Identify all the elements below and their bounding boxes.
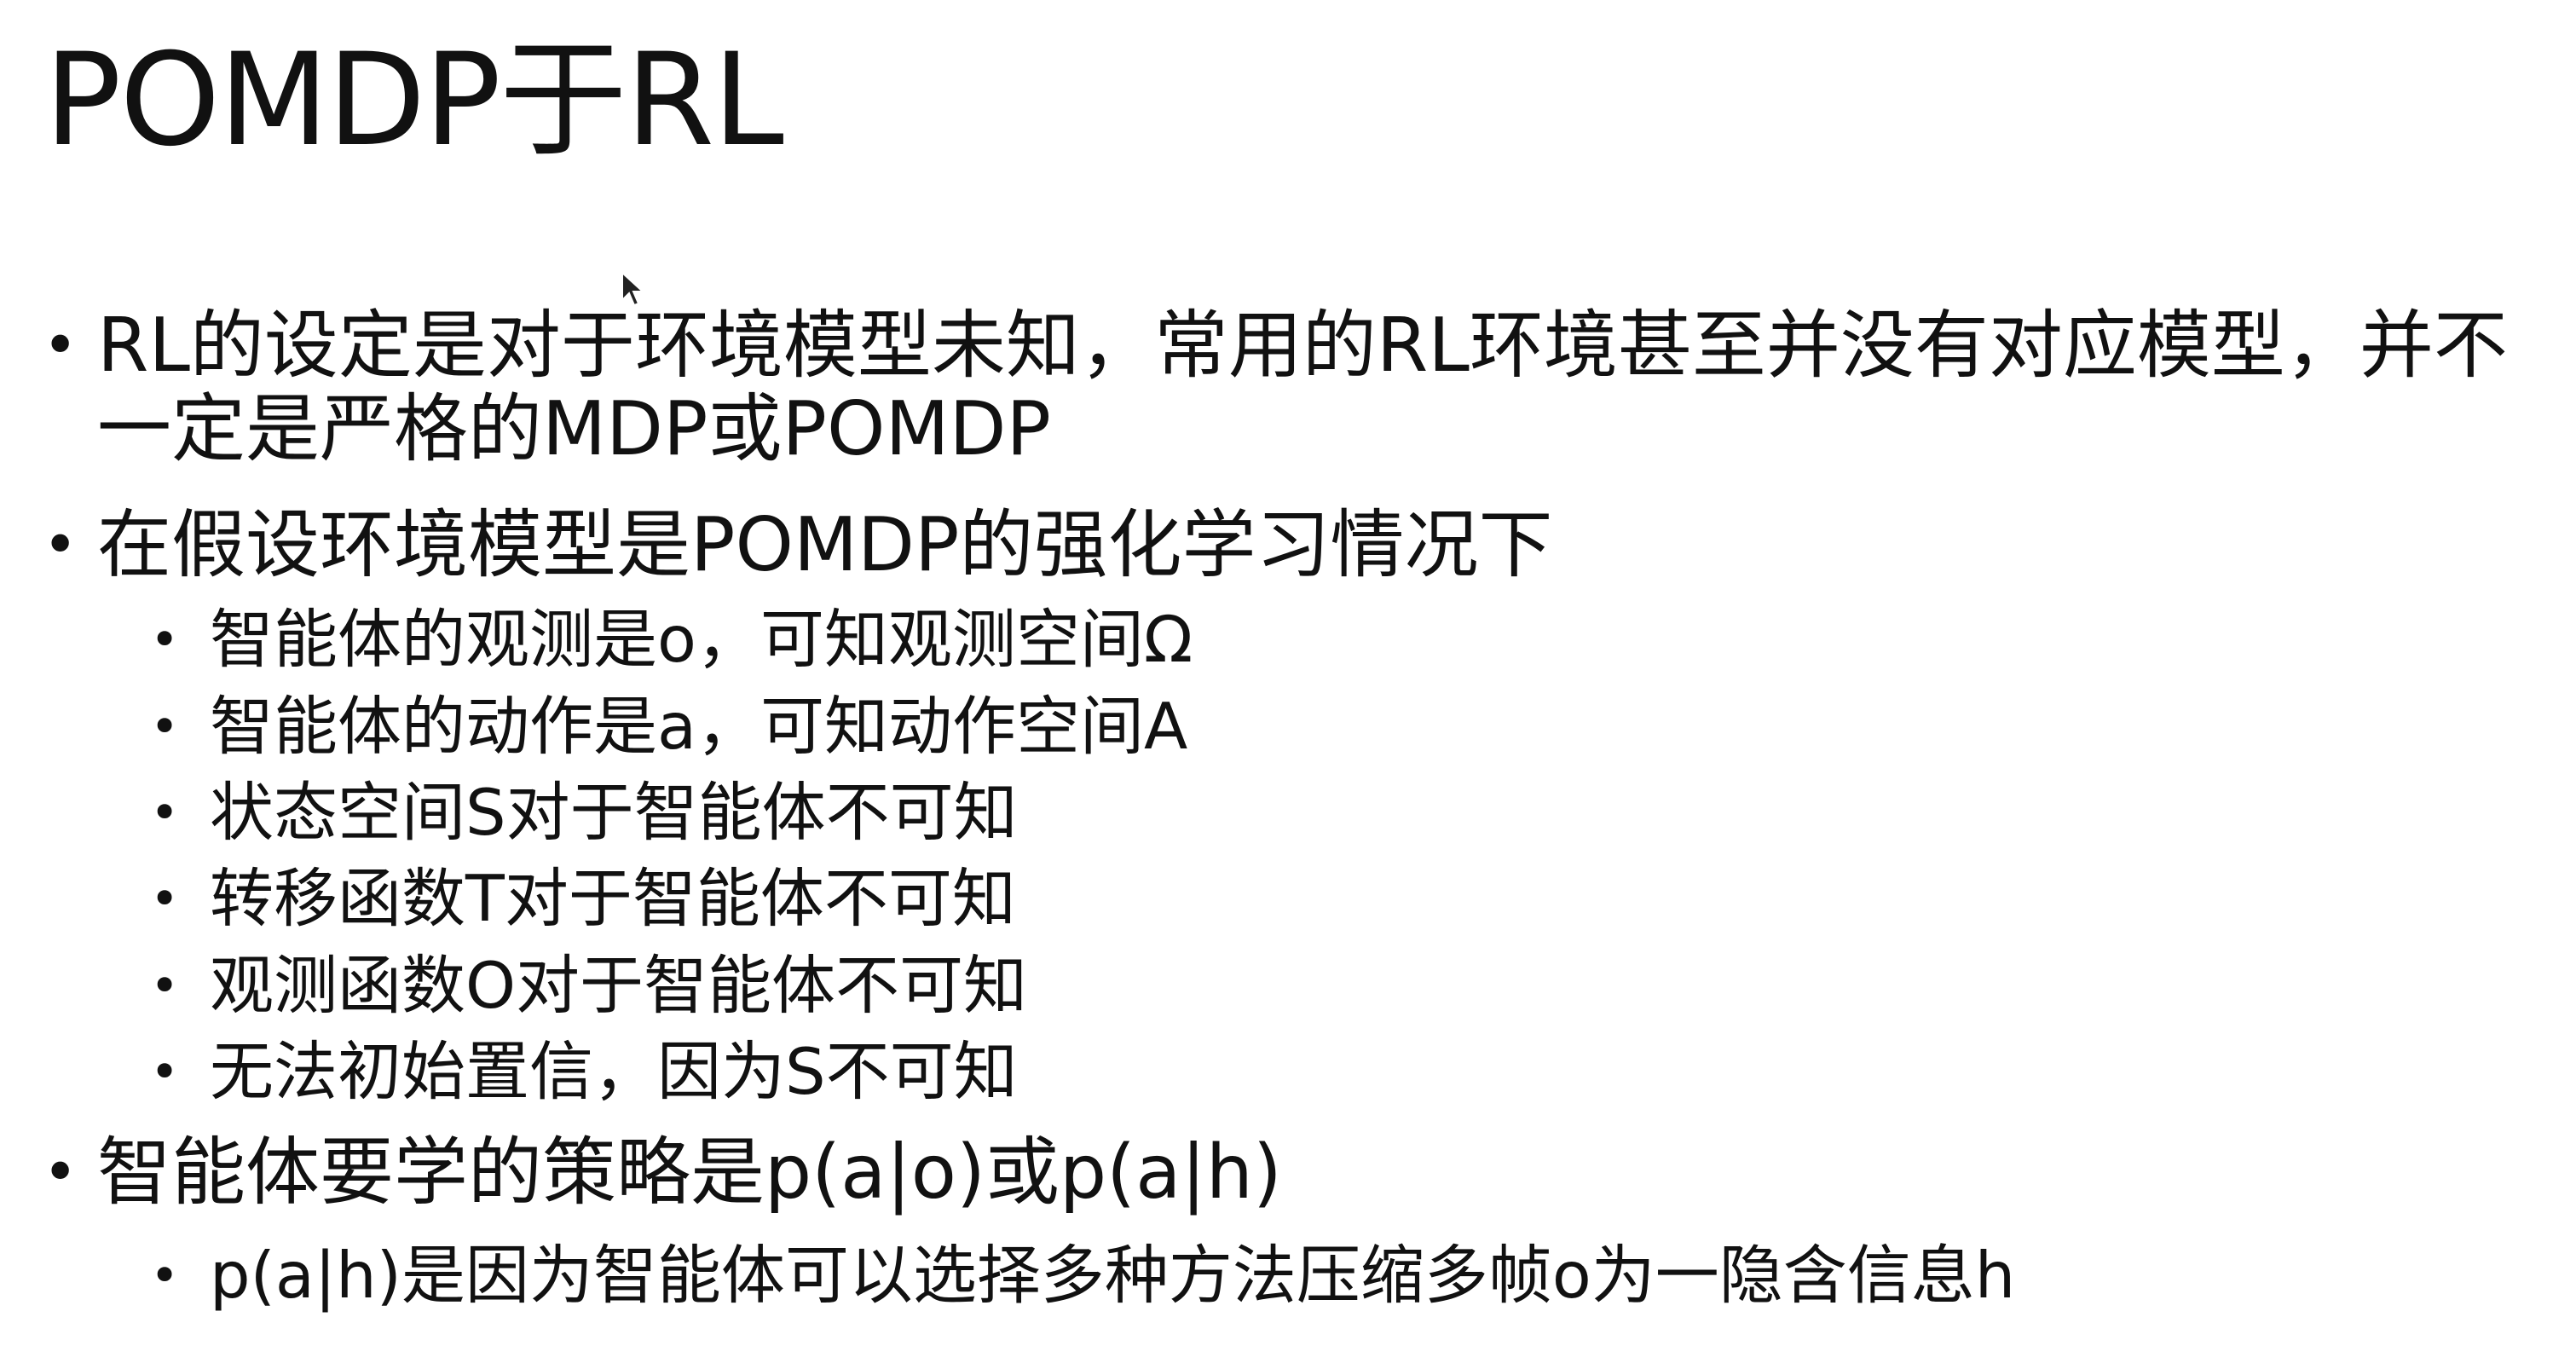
bullet-dot: • bbox=[43, 1137, 78, 1207]
sub-bullet-item: • 转移函数T对于智能体不可知 bbox=[150, 856, 2520, 941]
sub-bullet-item: • 无法初始置信，因为S不可知 bbox=[150, 1029, 2520, 1114]
sub-bullet-dot: • bbox=[150, 1246, 180, 1304]
slide: POMDP于RL • RL的设定是对于环境模型未知，常用的RL环境甚至并没有对应… bbox=[0, 0, 2576, 1346]
sub-bullet-item: • 智能体的观测是o，可知观测空间Ω bbox=[150, 597, 2520, 682]
sub-bullet-text: 转移函数T对于智能体不可知 bbox=[210, 861, 1016, 936]
bullet-item: • 智能体要学的策略是p(a|o)或p(a|h) bbox=[43, 1130, 2549, 1214]
sub-bullet-text: p(a|h)是因为智能体可以选择多种方法压缩多帧o为一隐含信息h bbox=[210, 1238, 2016, 1313]
sub-bullet-item: • p(a|h)是因为智能体可以选择多种方法压缩多帧o为一隐含信息h bbox=[150, 1233, 2520, 1318]
bullet-item: • RL的设定是对于环境模型未知，常用的RL环境甚至并没有对应模型，并不一定是严… bbox=[43, 303, 2549, 471]
bullet-list: • RL的设定是对于环境模型未知，常用的RL环境甚至并没有对应模型，并不一定是严… bbox=[0, 0, 2576, 1346]
sub-bullet-dot: • bbox=[150, 697, 180, 755]
sub-bullet-item: • 智能体的动作是a，可知动作空间A bbox=[150, 684, 2520, 769]
bullet-dot: • bbox=[43, 510, 78, 580]
sub-bullet-text: 智能体的动作是a，可知动作空间A bbox=[210, 689, 1188, 764]
bullet-text: 在假设环境模型是POMDP的强化学习情况下 bbox=[97, 501, 1553, 588]
sub-bullet-text: 观测函数O对于智能体不可知 bbox=[210, 948, 1028, 1023]
sub-bullet-dot: • bbox=[150, 1043, 180, 1100]
sub-bullet-dot: • bbox=[150, 610, 180, 668]
bullet-text: 智能体要学的策略是p(a|o)或p(a|h) bbox=[97, 1129, 1282, 1216]
bullet-text: RL的设定是对于环境模型未知，常用的RL环境甚至并没有对应模型，并不一定是严格的… bbox=[97, 302, 2508, 472]
sub-bullet-text: 智能体的观测是o，可知观测空间Ω bbox=[210, 602, 1193, 677]
sub-bullet-text: 状态空间S对于智能体不可知 bbox=[210, 775, 1018, 850]
sub-bullet-item: • 观测函数O对于智能体不可知 bbox=[150, 943, 2520, 1028]
sub-bullet-dot: • bbox=[150, 956, 180, 1014]
sub-bullet-text: 无法初始置信，因为S不可知 bbox=[210, 1034, 1018, 1109]
sub-bullet-item: • 状态空间S对于智能体不可知 bbox=[150, 770, 2520, 855]
bullet-item: • 在假设环境模型是POMDP的强化学习情况下 bbox=[43, 503, 2549, 586]
bullet-dot: • bbox=[43, 310, 78, 380]
sub-bullet-dot: • bbox=[150, 869, 180, 927]
sub-bullet-dot: • bbox=[150, 783, 180, 841]
